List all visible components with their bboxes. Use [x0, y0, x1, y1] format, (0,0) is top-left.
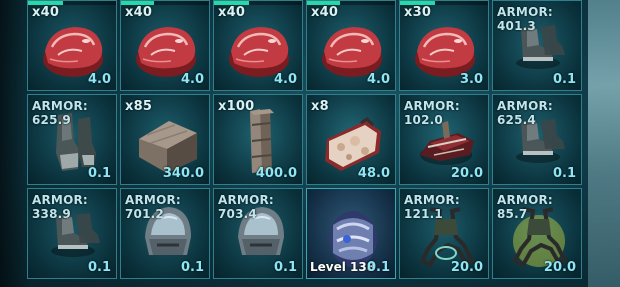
inventory-slot[interactable]: ARMOR: 703.4 0.1: [213, 188, 303, 279]
inventory-slot[interactable]: ARMOR: 701.2 0.1: [120, 188, 210, 279]
item-weight: 0.1: [552, 166, 576, 181]
inventory-slot[interactable]: ARMOR: 625.4 0.1: [492, 94, 582, 185]
item-quantity: x40: [32, 5, 60, 20]
inventory-slot[interactable]: ARMOR: 121.1 20.0: [399, 188, 489, 279]
inventory-slot[interactable]: x40 4.0: [120, 0, 210, 91]
inventory-slot[interactable]: x40 4.0: [213, 0, 303, 91]
inventory-slot[interactable]: x100 400.0: [213, 94, 303, 185]
item-quantity: x40: [125, 5, 153, 20]
inventory-slot[interactable]: Level 138 0.1: [306, 188, 396, 279]
inventory-slot[interactable]: ARMOR: 85.7 20.0: [492, 188, 582, 279]
item-weight: 0.1: [87, 260, 111, 275]
armor-rating: ARMOR: 401.3: [497, 5, 553, 33]
armor-rating: ARMOR: 85.7: [497, 193, 553, 221]
inventory-slot[interactable]: ARMOR: 102.0 20.0: [399, 94, 489, 185]
armor-rating: ARMOR: 625.4: [497, 99, 553, 127]
item-weight: 4.0: [180, 72, 204, 87]
item-quantity: x30: [404, 5, 432, 20]
item-weight: 4.0: [366, 72, 390, 87]
item-weight: 4.0: [273, 72, 297, 87]
item-weight: 400.0: [255, 166, 297, 181]
item-quantity: x40: [218, 5, 246, 20]
item-weight: 20.0: [543, 260, 576, 275]
armor-rating: ARMOR: 701.2: [125, 193, 181, 221]
inventory-slot[interactable]: x30 3.0: [399, 0, 489, 91]
item-quantity: x100: [218, 99, 255, 114]
armor-rating: ARMOR: 703.4: [218, 193, 274, 221]
armor-rating: ARMOR: 121.1: [404, 193, 460, 221]
inventory-grid: x40 4.0 x40 4.0 x40 4.0 x40 4.0 x30 3.0 ARMOR…: [27, 0, 582, 279]
item-quantity: x85: [125, 99, 153, 114]
inventory-slot[interactable]: ARMOR: 401.3 0.1: [492, 0, 582, 91]
inventory-slot[interactable]: ARMOR: 625.9 0.1: [27, 94, 117, 185]
inventory-slot[interactable]: ARMOR: 338.9 0.1: [27, 188, 117, 279]
creature-level: Level 138: [310, 260, 376, 274]
item-weight: 0.1: [552, 72, 576, 87]
inventory-slot[interactable]: x40 4.0: [306, 0, 396, 91]
item-weight: 20.0: [450, 260, 483, 275]
item-quantity: x40: [311, 5, 339, 20]
background-scenery: [588, 0, 620, 287]
armor-rating: ARMOR: 102.0: [404, 99, 460, 127]
item-weight: 340.0: [162, 166, 204, 181]
item-weight: 0.1: [366, 260, 390, 275]
inventory-slot[interactable]: x8 48.0: [306, 94, 396, 185]
item-weight: 20.0: [450, 166, 483, 181]
item-weight: 0.1: [87, 166, 111, 181]
item-weight: 0.1: [273, 260, 297, 275]
armor-rating: ARMOR: 338.9: [32, 193, 88, 221]
inventory-slot[interactable]: x85 340.0: [120, 94, 210, 185]
item-weight: 0.1: [180, 260, 204, 275]
item-weight: 3.0: [459, 72, 483, 87]
item-weight: 48.0: [357, 166, 390, 181]
item-quantity: x8: [311, 99, 329, 114]
inventory-slot[interactable]: x40 4.0: [27, 0, 117, 91]
armor-rating: ARMOR: 625.9: [32, 99, 88, 127]
item-weight: 4.0: [87, 72, 111, 87]
